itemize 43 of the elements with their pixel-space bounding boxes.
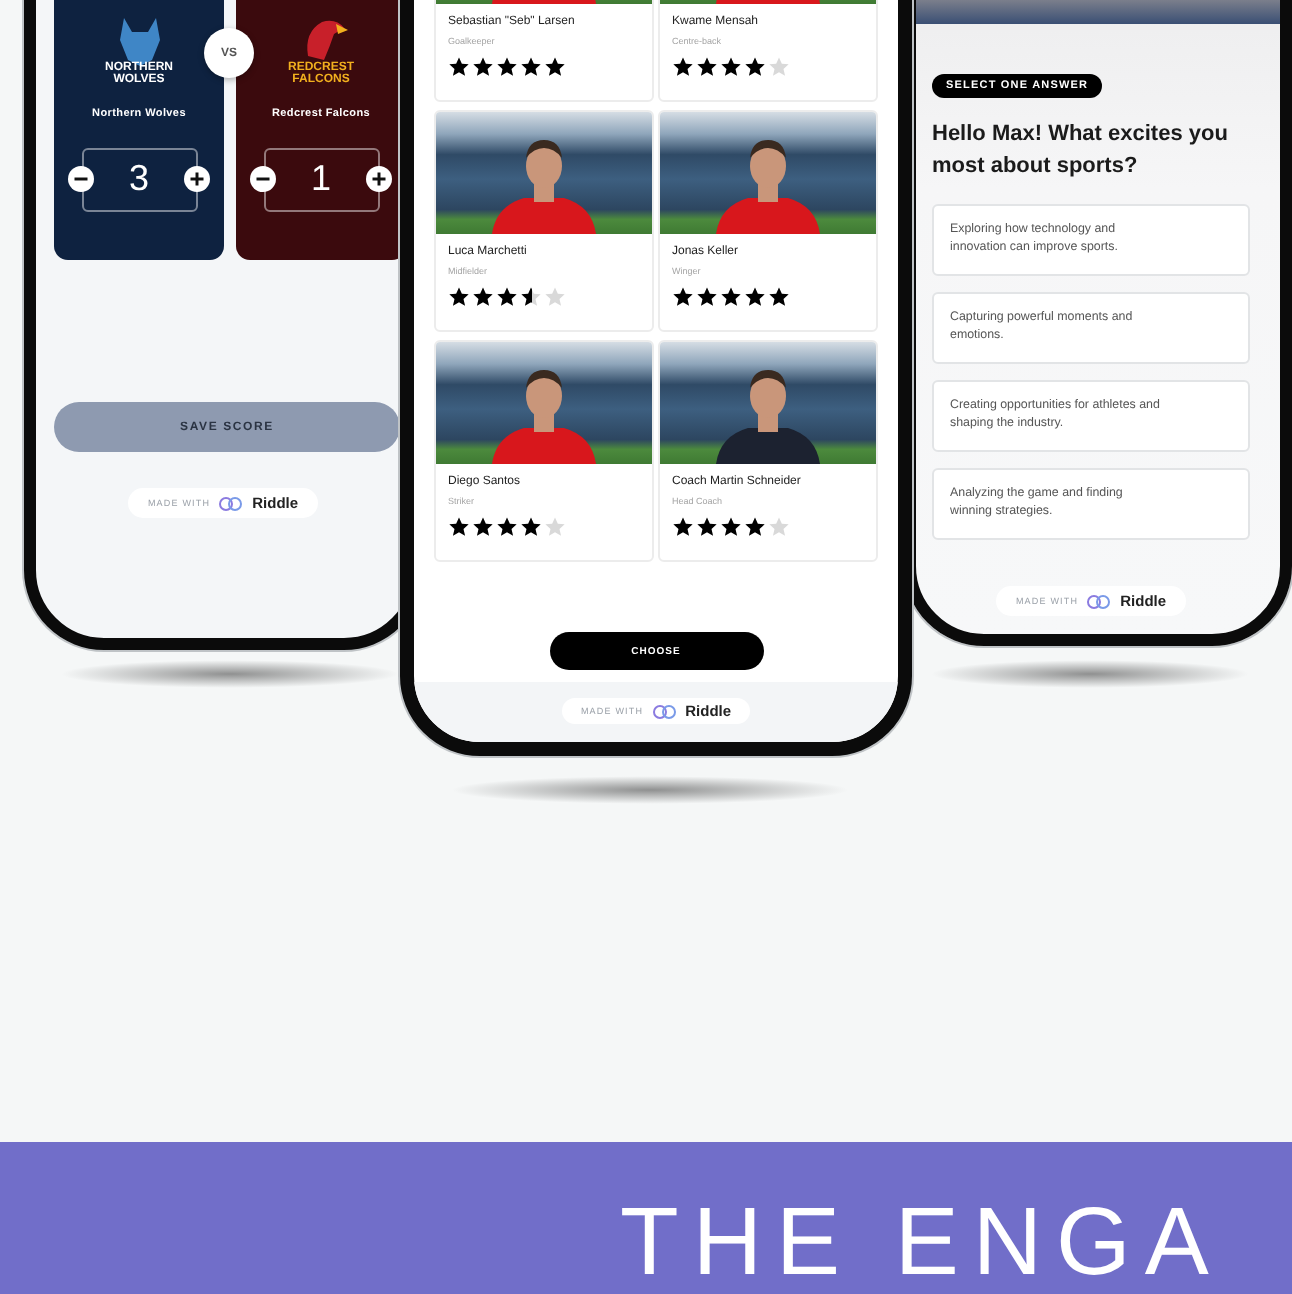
question-text: Hello Max! What excites you most about sports? (932, 120, 1230, 182)
star-icon (520, 516, 542, 538)
score-value: 3 (128, 158, 149, 201)
star-icon (672, 286, 694, 308)
star-icon (544, 516, 566, 538)
star-icon (472, 516, 494, 538)
star-icon (744, 516, 766, 538)
minus-icon[interactable] (67, 166, 93, 193)
star-icon (448, 286, 470, 308)
star-icon (672, 56, 694, 78)
riddle-logo-icon (651, 703, 678, 719)
star-icon (472, 286, 494, 308)
score-value: 1 (310, 158, 331, 201)
star-icon (744, 286, 766, 308)
plus-icon[interactable] (366, 166, 393, 193)
star-icon (696, 56, 718, 78)
star-icon (496, 56, 518, 78)
star-icon (768, 286, 790, 308)
star-icon (696, 286, 718, 308)
riddle-logo-icon (218, 495, 245, 511)
star-icon (544, 56, 566, 78)
star-icon (544, 286, 566, 308)
score-field[interactable]: 3 (67, 147, 211, 212)
star-icon (696, 516, 718, 538)
score-field[interactable]: 1 (249, 147, 393, 212)
star-icon (720, 56, 742, 78)
star-icon (672, 516, 694, 538)
star-icon (520, 56, 542, 78)
star-icon (768, 56, 790, 78)
riddle-logo-icon (1086, 593, 1113, 610)
star-icon (744, 56, 766, 78)
banner-title: THE ENGA (620, 1196, 1223, 1292)
star-icon (496, 286, 518, 308)
plus-icon[interactable] (184, 166, 211, 193)
star-icon (448, 516, 470, 538)
star-icon (448, 56, 470, 78)
star-icon (720, 516, 742, 538)
star-icon (496, 516, 518, 538)
star-icon (768, 516, 790, 538)
star-icon (520, 286, 542, 308)
minus-icon[interactable] (249, 166, 275, 193)
star-icon (472, 56, 494, 78)
star-icon (720, 286, 742, 308)
